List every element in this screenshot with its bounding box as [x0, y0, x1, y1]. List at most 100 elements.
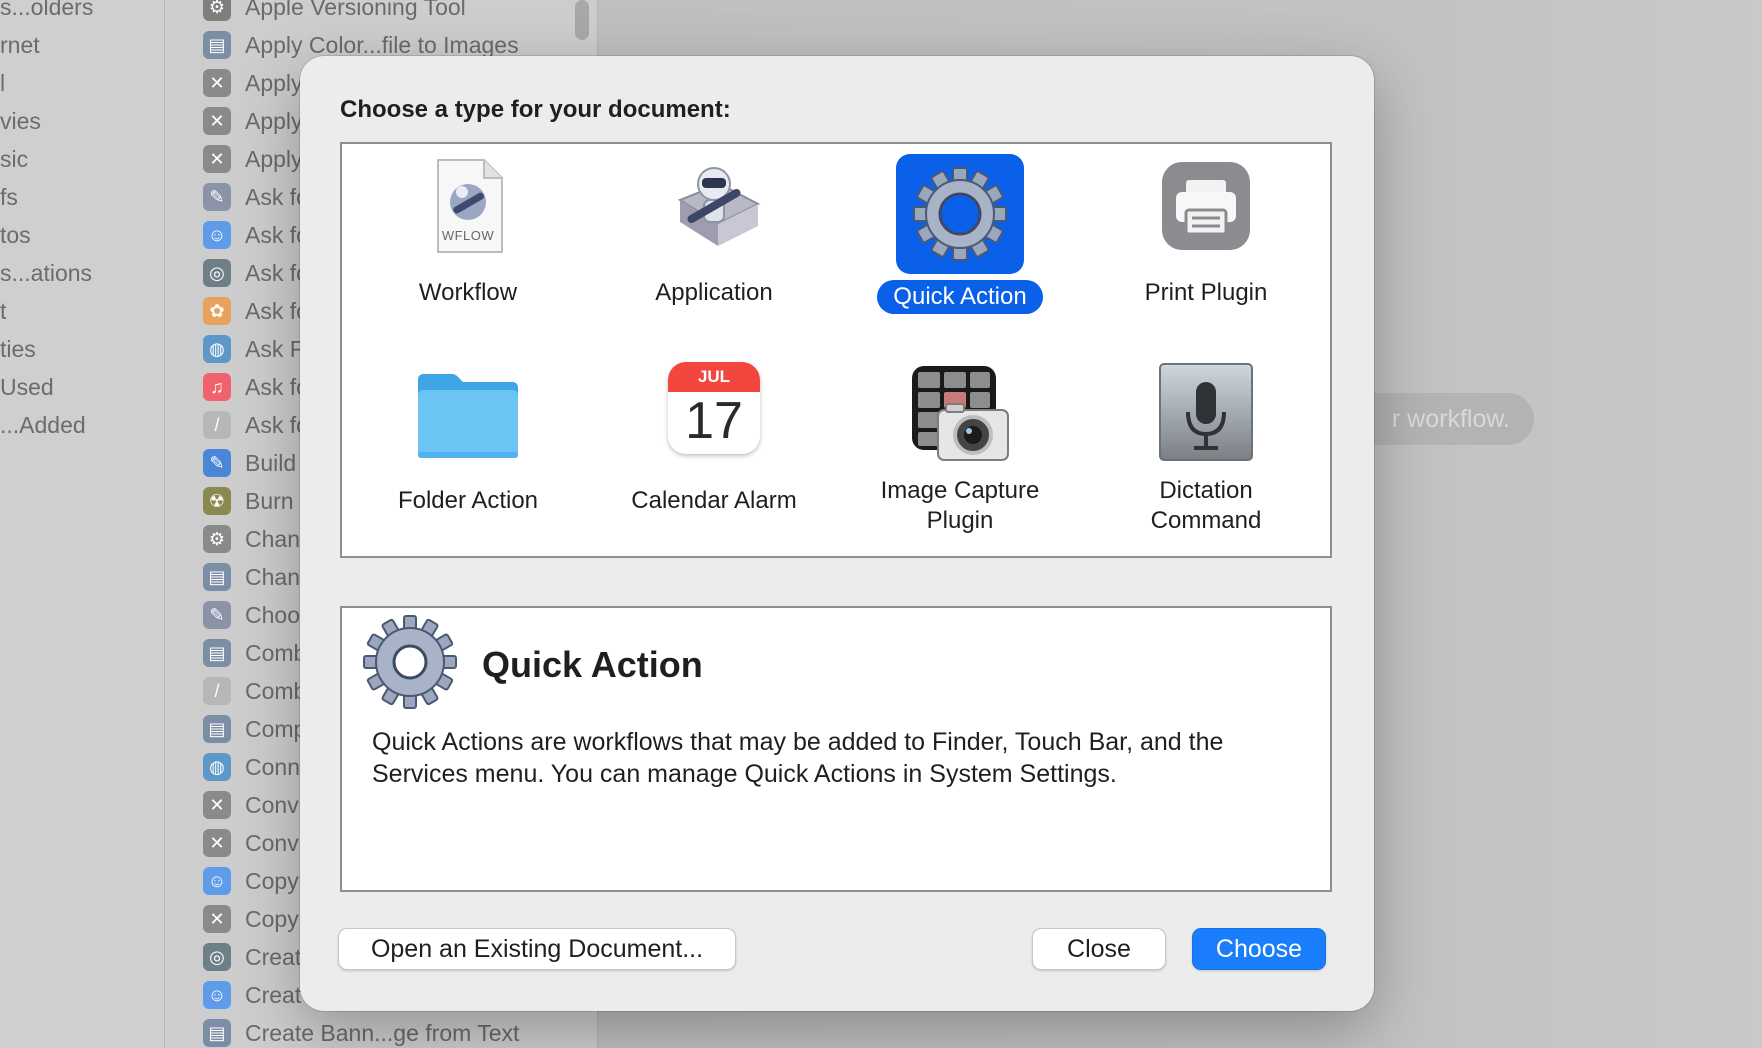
action-label: Ask F — [245, 335, 304, 362]
action-label: Burn — [245, 487, 294, 514]
action-item[interactable]: ◎ Creat — [203, 938, 301, 976]
dialog-title: Choose a type for your document: — [340, 96, 731, 123]
calendar-icon: JUL 17 — [668, 362, 760, 454]
image-capture-icon — [908, 362, 1012, 466]
action-item[interactable]: ☺ Creat — [203, 976, 301, 1014]
action-item[interactable]: ✕ Copy — [203, 900, 299, 938]
x-tools-icon: ✕ — [203, 905, 231, 933]
library-item[interactable]: sic — [0, 140, 28, 178]
description-gear-icon — [362, 614, 458, 710]
action-item[interactable]: ◍ Ask F — [203, 330, 304, 368]
preview-icon: ▤ — [203, 1019, 231, 1047]
action-label: Chan — [245, 563, 300, 590]
library-item[interactable]: tos — [0, 216, 31, 254]
workflow-badge: WFLOW — [441, 228, 495, 243]
action-label: Apply — [245, 69, 303, 96]
action-item[interactable]: ✕ Conv — [203, 786, 299, 824]
action-label: Conn — [245, 753, 300, 780]
action-item[interactable]: ⚙ Apple Versioning Tool — [203, 0, 466, 26]
action-item[interactable]: ✿ Ask fo — [203, 292, 309, 330]
action-item[interactable]: ✕ Apply — [203, 64, 303, 102]
description-text: Quick Actions are workflows that may be … — [372, 728, 1224, 788]
finder-icon: ☺ — [203, 221, 231, 249]
action-item[interactable]: ▤ Create Bann...ge from Text — [203, 1014, 519, 1048]
action-item[interactable]: ✕ Apply — [203, 140, 303, 178]
action-label: Creat — [245, 943, 302, 970]
action-item[interactable]: ⚙ Chan — [203, 520, 300, 558]
spotlight-icon: ◎ — [203, 943, 231, 971]
action-item[interactable]: ◎ Ask fo — [203, 254, 309, 292]
action-item[interactable]: ▤ Comb — [203, 634, 306, 672]
document-type-dialog: Choose a type for your document: WFLOW W… — [300, 56, 1374, 1011]
x-tools-icon: ✕ — [203, 107, 231, 135]
finder-icon: ☺ — [203, 981, 231, 1009]
type-label: Application — [655, 279, 773, 306]
calendar-month: JUL — [668, 362, 760, 392]
action-label: Creat — [245, 981, 302, 1008]
library-item[interactable]: ties — [0, 330, 36, 368]
text-icon: / — [203, 677, 231, 705]
action-label: Apply Color...file to Images — [245, 31, 519, 58]
globe-icon: ◍ — [203, 335, 231, 363]
automator-icon: ✎ — [203, 183, 231, 211]
type-application[interactable]: Application — [591, 154, 837, 310]
library-item[interactable]: Used — [0, 368, 54, 406]
action-label: Copy — [245, 867, 299, 894]
type-label: Workflow — [418, 279, 518, 306]
action-item[interactable]: ✕ Conv — [203, 824, 299, 862]
open-existing-document-button[interactable]: Open an Existing Document... — [338, 928, 736, 970]
action-item[interactable]: ☺ Copy — [203, 862, 299, 900]
action-item[interactable]: ▤ Chan — [203, 558, 300, 596]
text-icon: / — [203, 411, 231, 439]
build-icon: ✎ — [203, 449, 231, 477]
actions-scrollbar[interactable] — [575, 0, 589, 40]
action-item[interactable]: ✎ Choo — [203, 596, 300, 634]
library-item[interactable]: fs — [0, 178, 18, 216]
close-button[interactable]: Close — [1032, 928, 1166, 970]
x-tools-icon: ✕ — [203, 145, 231, 173]
action-label: Apply — [245, 107, 303, 134]
action-item[interactable]: ▤ Comp — [203, 710, 306, 748]
library-item[interactable]: ...Added — [0, 406, 86, 444]
library-item[interactable]: s...olders — [0, 0, 93, 26]
action-item[interactable]: ✕ Apply — [203, 102, 303, 140]
printer-icon — [1154, 154, 1258, 258]
library-item[interactable]: t — [0, 292, 6, 330]
action-label: Conv — [245, 829, 299, 856]
choose-button[interactable]: Choose — [1192, 928, 1326, 970]
system-icon: ⚙ — [203, 525, 231, 553]
description-panel: Quick Action Quick Actions are workflows… — [340, 606, 1332, 892]
type-print-plugin[interactable]: Print Plugin — [1083, 154, 1329, 310]
library-item[interactable]: vies — [0, 102, 41, 140]
type-workflow[interactable]: WFLOW Workflow — [345, 154, 591, 310]
action-label: Create Bann...ge from Text — [245, 1019, 520, 1046]
microphone-icon — [1154, 362, 1258, 466]
action-label: Chan — [245, 525, 300, 552]
type-dictation-command[interactable]: Dictation Command — [1083, 362, 1329, 538]
x-tools-icon: ✕ — [203, 791, 231, 819]
burn-icon: ☢ — [203, 487, 231, 515]
tool-icon: ⚙ — [203, 0, 231, 21]
type-quick-action[interactable]: Quick Action — [837, 154, 1083, 314]
preview-icon: ▤ — [203, 715, 231, 743]
library-item[interactable]: l — [0, 64, 5, 102]
action-label: Choo — [245, 601, 300, 628]
action-item[interactable]: / Ask fo — [203, 406, 309, 444]
action-item[interactable]: ☺ Ask fo — [203, 216, 309, 254]
x-tools-icon: ✕ — [203, 829, 231, 857]
preview-icon: ▤ — [203, 563, 231, 591]
library-item[interactable]: rnet — [0, 26, 40, 64]
action-item[interactable]: ♫ Ask fo — [203, 368, 309, 406]
action-item[interactable]: ✎ Build — [203, 444, 296, 482]
action-item[interactable]: ☢ Burn — [203, 482, 294, 520]
type-folder-action[interactable]: Folder Action — [345, 362, 591, 518]
type-label: Print Plugin — [1144, 279, 1268, 306]
action-item[interactable]: ✎ Ask fo — [203, 178, 309, 216]
action-item[interactable]: / Comb — [203, 672, 306, 710]
action-item[interactable]: ◍ Conn — [203, 748, 300, 786]
type-image-capture-plugin[interactable]: Image Capture Plugin — [837, 362, 1083, 538]
type-calendar-alarm[interactable]: JUL 17 Calendar Alarm — [591, 362, 837, 518]
finder-icon: ☺ — [203, 867, 231, 895]
library-item[interactable]: s...ations — [0, 254, 92, 292]
automator-icon: ✎ — [203, 601, 231, 629]
